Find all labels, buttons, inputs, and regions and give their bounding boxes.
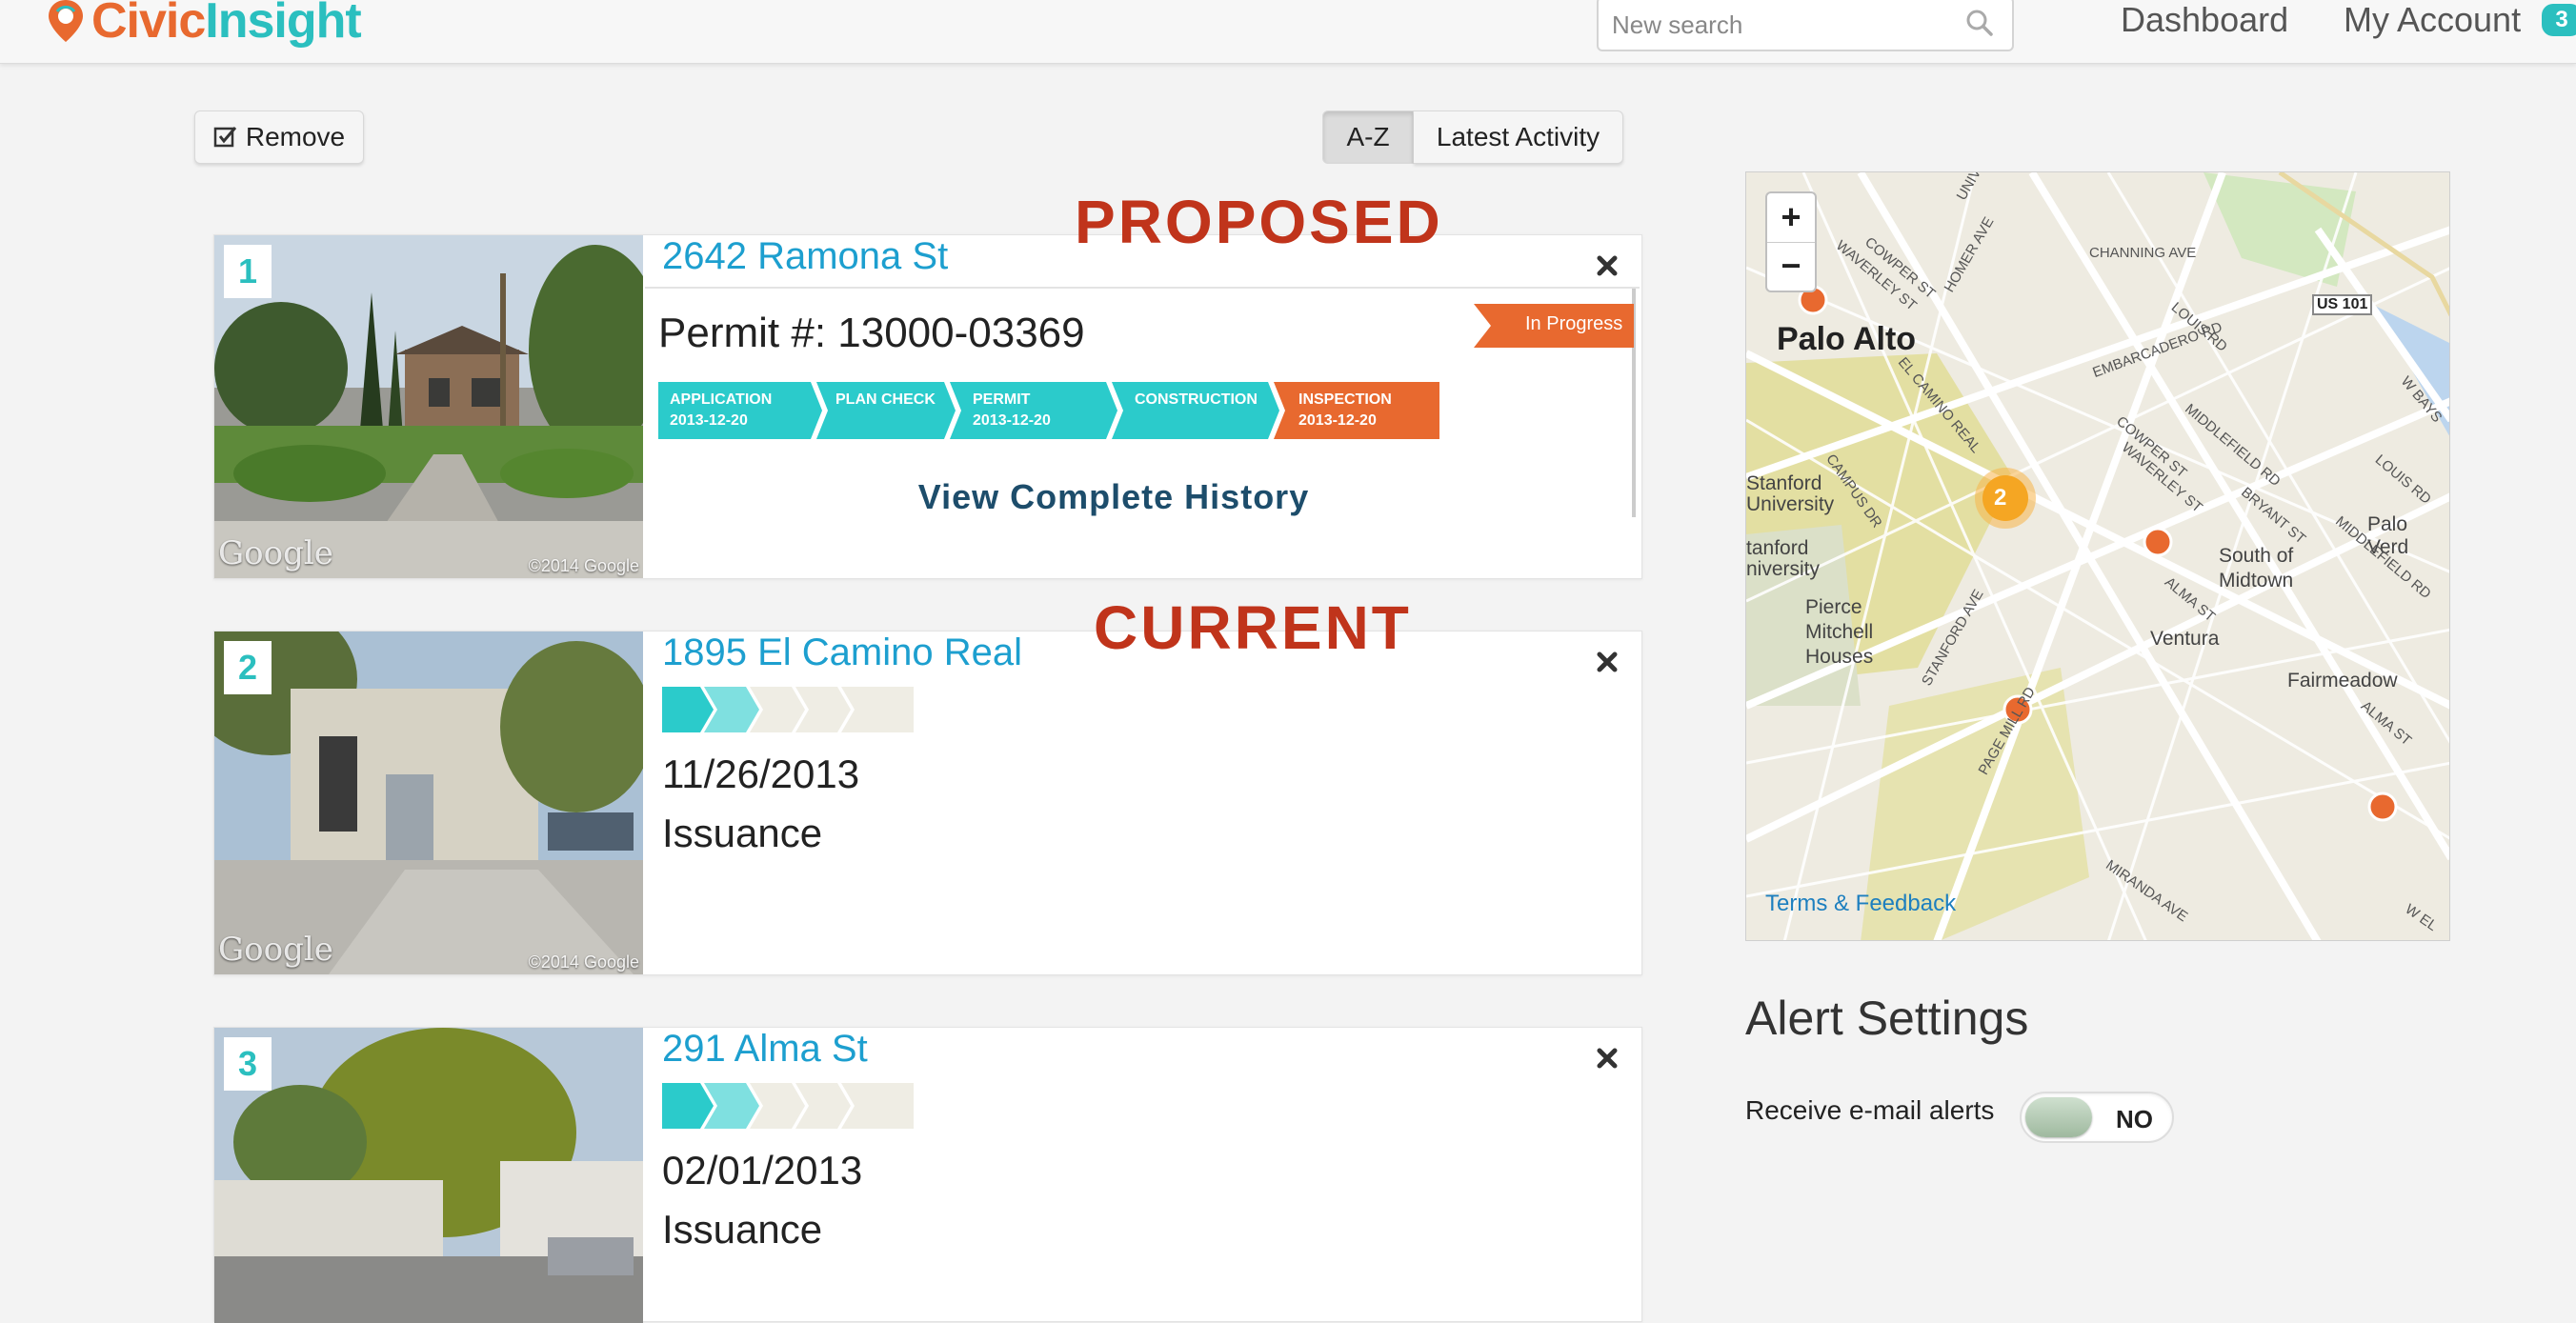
- photo-copyright: ©2014 Google: [528, 556, 639, 575]
- zoom-in-button[interactable]: +: [1767, 193, 1815, 243]
- street-view-image-2: [214, 631, 643, 974]
- map-label-stanford: Stanford University: [1746, 472, 1835, 515]
- terms-feedback-link[interactable]: Terms & Feedback: [1765, 891, 1956, 917]
- proposed-label: PROPOSED: [1075, 188, 1443, 256]
- email-alerts-label: Receive e-mail alerts: [1745, 1095, 1995, 1125]
- step-date: 2013-12-20: [670, 412, 748, 429]
- notification-badge[interactable]: 3: [2542, 4, 2576, 36]
- card-stage: Issuance: [662, 811, 823, 855]
- card-number-badge: 1: [224, 245, 272, 298]
- property-card-3: 3 291 Alma St 02/01/2013 Issuance: [213, 1027, 1642, 1323]
- permit-detail-panel: Permit #: 13000-03369 In Progress APPLIC…: [645, 287, 1640, 578]
- top-navbar: CivicInsight Dashboard My Account 3: [0, 0, 2576, 64]
- logo-civic: Civic: [91, 0, 206, 49]
- nav-my-account-link[interactable]: My Account: [2344, 0, 2521, 40]
- current-label: CURRENT: [1094, 593, 1412, 662]
- remove-label: Remove: [245, 122, 346, 151]
- card-stage: Issuance: [662, 1207, 823, 1252]
- step-date: 2013-12-20: [973, 412, 1051, 429]
- card-number-badge: 3: [224, 1037, 272, 1091]
- status-badge: In Progress: [1474, 304, 1634, 348]
- close-icon[interactable]: [1590, 645, 1624, 679]
- card-number-badge: 2: [224, 641, 272, 694]
- map-label-palo-alto: Palo Alto: [1777, 321, 1917, 357]
- map-label-channing: CHANNING AVE: [2089, 245, 2197, 261]
- card-date: 02/01/2013: [662, 1148, 863, 1193]
- progress-chevrons: [662, 687, 914, 732]
- map-canvas: [1746, 172, 2449, 940]
- street-view-photo[interactable]: 3: [214, 1028, 643, 1323]
- step-permit: PERMIT 2013-12-20: [973, 390, 1051, 431]
- step-application: APPLICATION 2013-12-20: [670, 390, 772, 431]
- sort-az-button[interactable]: A-Z: [1322, 110, 1414, 164]
- street-view-photo[interactable]: 2 Google ©2014 Google: [214, 631, 643, 974]
- logo-text: CivicInsight: [91, 0, 362, 50]
- status-text: In Progress: [1525, 313, 1623, 334]
- close-icon[interactable]: [1590, 249, 1624, 283]
- map-cluster-count[interactable]: 2: [1994, 485, 2006, 511]
- step-inspection: INSPECTION 2013-12-20: [1298, 390, 1392, 431]
- permit-number: Permit #: 13000-03369: [658, 310, 1085, 356]
- photo-copyright: ©2014 Google: [528, 952, 639, 972]
- google-watermark: Google: [218, 931, 333, 969]
- search-icon[interactable]: [1964, 8, 1995, 38]
- sort-latest-activity-button[interactable]: Latest Activity: [1414, 110, 1623, 164]
- alert-settings-title: Alert Settings: [1745, 992, 2029, 1045]
- map-label-pierce-mitchell: Pierce Mitchell Houses: [1805, 596, 1874, 668]
- zoom-out-button[interactable]: −: [1767, 242, 1815, 291]
- map-label-ventura: Ventura: [2150, 628, 2220, 650]
- search-input[interactable]: [1610, 6, 1957, 44]
- close-icon[interactable]: [1590, 1041, 1624, 1075]
- view-complete-history-link[interactable]: View Complete History: [645, 477, 1582, 517]
- property-card-2: 2 Google ©2014 Google 1895 El Camino Rea…: [213, 631, 1642, 975]
- step-plan-check: PLAN CHECK: [835, 390, 936, 411]
- map-label-fairmeadow: Fairmeadow: [2287, 670, 2398, 692]
- nav-dashboard-link[interactable]: Dashboard: [2121, 0, 2288, 40]
- step-date: 2013-12-20: [1298, 412, 1377, 429]
- street-view-image-3: [214, 1028, 643, 1323]
- step-name: INSPECTION: [1298, 391, 1392, 408]
- street-view-photo[interactable]: 1 Google ©2014 Google: [214, 235, 643, 578]
- permit-steps: APPLICATION 2013-12-20 PLAN CHECK PERMIT 2…: [658, 382, 1439, 439]
- email-alerts-toggle[interactable]: NO: [2020, 1092, 2174, 1143]
- map-label-south-of-midtown: South of Midtown: [2219, 545, 2294, 591]
- civic-insight-logo[interactable]: CivicInsight: [46, 0, 362, 50]
- progress-chevrons: [662, 1083, 914, 1129]
- step-name: CONSTRUCTION: [1135, 391, 1258, 408]
- sort-toggle-group: A-Z Latest Activity: [1322, 110, 1623, 164]
- toggle-state-text: NO: [2116, 1105, 2153, 1133]
- card-title-link[interactable]: 1895 El Camino Real: [662, 631, 1022, 674]
- google-watermark: Google: [218, 534, 333, 572]
- map-label-stanford-2: tanford niversity: [1746, 537, 1821, 580]
- map-label-us101: US 101: [2312, 294, 2373, 315]
- card-date: 11/26/2013: [662, 752, 860, 796]
- step-construction: CONSTRUCTION: [1135, 390, 1258, 411]
- card-title-link[interactable]: 291 Alma St: [662, 1028, 868, 1071]
- search-box: [1597, 0, 2014, 51]
- step-name: PERMIT: [973, 391, 1031, 408]
- map-zoom-control: + −: [1765, 191, 1817, 292]
- toggle-knob[interactable]: [2025, 1097, 2092, 1137]
- street-view-image-1: [214, 235, 643, 578]
- map[interactable]: 2 Palo Alto Stanford University tanford …: [1745, 171, 2450, 941]
- logo-insight: Insight: [205, 0, 361, 49]
- step-name: APPLICATION: [670, 391, 773, 408]
- card-title-link[interactable]: 2642 Ramona St: [662, 235, 948, 278]
- location-pin-icon: [49, 0, 83, 42]
- checkbox-icon: [213, 127, 236, 148]
- step-name: PLAN CHECK: [835, 391, 936, 408]
- property-card-1: 1 Google ©2014 Google 2642 Ramona St Per…: [213, 234, 1642, 579]
- remove-button[interactable]: Remove: [194, 110, 364, 164]
